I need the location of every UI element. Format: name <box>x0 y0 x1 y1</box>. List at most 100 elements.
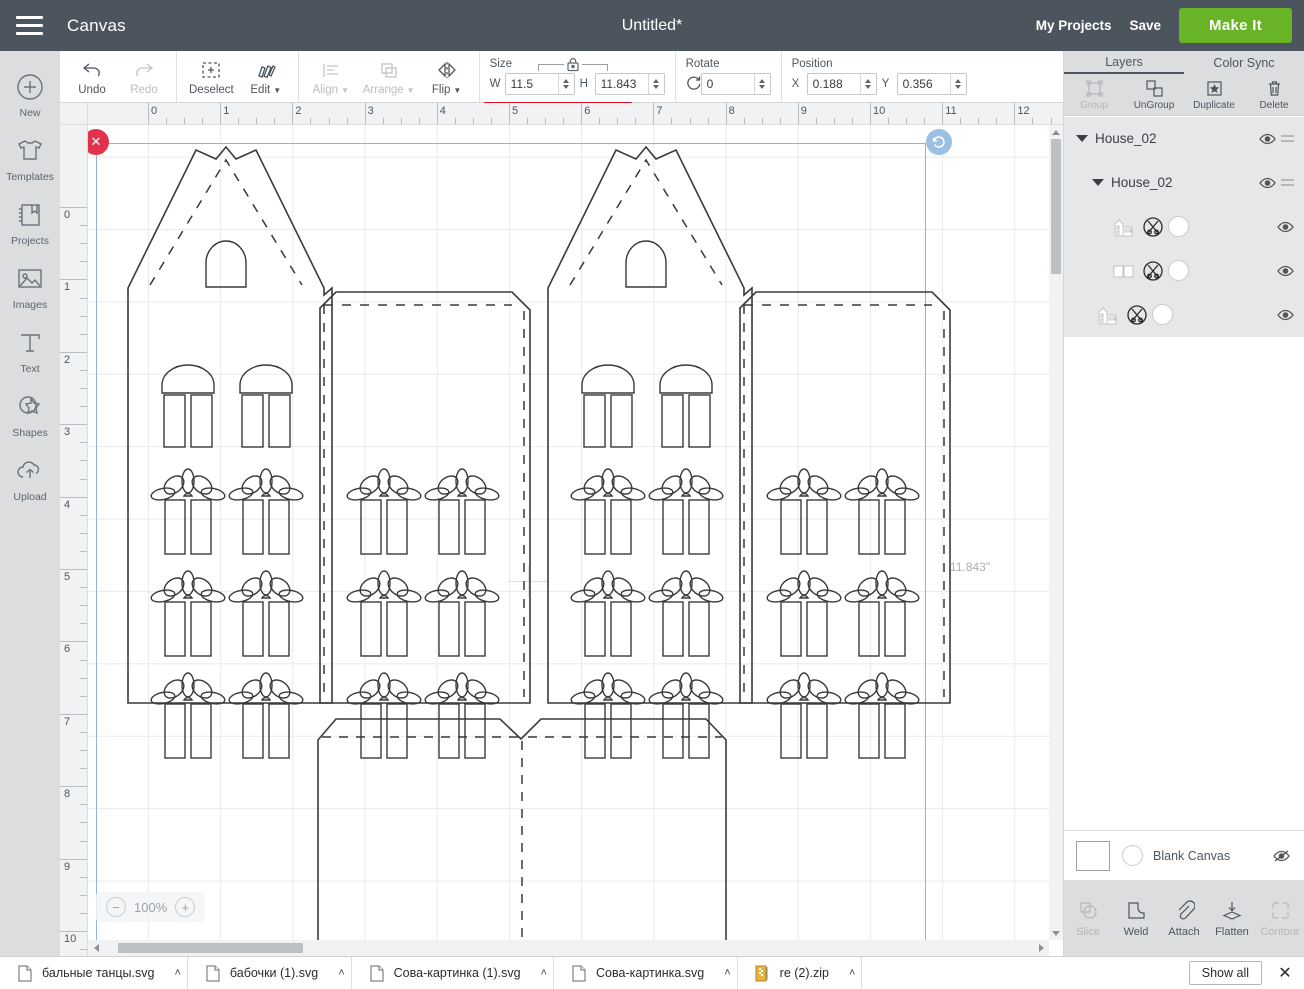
eye-icon[interactable] <box>1274 265 1296 277</box>
y-input[interactable] <box>897 74 950 94</box>
x-stepper[interactable] <box>859 74 876 94</box>
cut-scissors-icon[interactable] <box>1142 216 1164 238</box>
layer-row-house-1[interactable] <box>1064 205 1304 249</box>
canvas-area[interactable]: 012345678910111213 01234567891011 ✕ 11.8… <box>60 103 1063 956</box>
layer-row-group-top[interactable]: House_02 <box>1064 117 1304 161</box>
sidebar-item-text[interactable]: Text <box>0 317 60 381</box>
save-button[interactable]: Save <box>1130 18 1162 33</box>
eye-icon[interactable] <box>1256 177 1278 189</box>
vertical-ruler[interactable]: 01234567891011 <box>60 125 88 956</box>
cut-scissors-icon[interactable] <box>1142 260 1164 282</box>
scroll-down-arrow[interactable] <box>1049 926 1063 940</box>
scroll-up-arrow[interactable] <box>1049 125 1063 139</box>
canvas-color-circle[interactable] <box>1122 845 1143 866</box>
contour-button[interactable]: Contour <box>1256 899 1304 938</box>
cut-scissors-icon[interactable] <box>1126 304 1148 326</box>
sidebar-item-shapes[interactable]: Shapes <box>0 381 60 445</box>
sidebar-item-templates[interactable]: Templates <box>0 125 60 189</box>
drag-handle[interactable] <box>1278 135 1296 142</box>
layer-row-panel[interactable] <box>1064 249 1304 293</box>
ungroup-button[interactable]: UnGroup <box>1124 74 1184 115</box>
flatten-button[interactable]: Flatten <box>1208 899 1256 938</box>
group-button[interactable]: Group <box>1064 74 1124 115</box>
house-artwork-svg[interactable] <box>88 125 1049 940</box>
x-input[interactable] <box>807 74 860 94</box>
download-item-4[interactable]: re (2).zip ˄ <box>738 956 863 989</box>
hamburger-menu-icon[interactable] <box>0 0 58 51</box>
horizontal-scrollbar[interactable] <box>88 940 1049 956</box>
ruler-tick <box>797 103 799 124</box>
layer-color-swatch[interactable] <box>1168 260 1189 281</box>
eye-icon[interactable] <box>1256 133 1278 145</box>
layer-row-house-2[interactable] <box>1064 293 1304 337</box>
width-input[interactable] <box>505 74 558 94</box>
height-input[interactable] <box>595 74 648 94</box>
y-stepper[interactable] <box>949 74 966 94</box>
sidebar-item-images[interactable]: Images <box>0 253 60 317</box>
weld-button[interactable]: Weld <box>1112 899 1160 938</box>
layer-row-group-nested[interactable]: House_02 <box>1064 161 1304 205</box>
horizontal-ruler[interactable]: 012345678910111213 <box>88 103 1063 125</box>
lock-closed-icon[interactable] <box>566 57 580 77</box>
tab-color-sync[interactable]: Color Sync <box>1184 51 1304 74</box>
expand-caret-icon[interactable] <box>1076 135 1088 142</box>
eye-icon[interactable] <box>1274 221 1296 233</box>
height-stepper[interactable] <box>647 74 664 94</box>
drag-handle[interactable] <box>1278 179 1296 186</box>
eye-hidden-icon[interactable] <box>1270 849 1292 863</box>
x-input-box[interactable] <box>806 73 877 95</box>
download-item-3[interactable]: Сова-картинка.svg ˄ <box>554 956 738 989</box>
layer-color-swatch[interactable] <box>1168 216 1189 237</box>
close-downloads-icon[interactable]: ✕ <box>1270 963 1300 983</box>
expand-caret-icon[interactable] <box>1092 179 1104 186</box>
slice-label: Slice <box>1076 925 1100 938</box>
rotate-stepper[interactable] <box>753 74 770 94</box>
show-all-downloads-button[interactable]: Show all <box>1188 961 1262 985</box>
redo-button[interactable]: Redo <box>118 51 170 102</box>
flip-button[interactable]: Flip ▼ <box>421 51 473 102</box>
y-input-box[interactable] <box>896 73 967 95</box>
zoom-in-button[interactable]: + <box>175 897 196 917</box>
canvas-color-swatch[interactable] <box>1076 840 1110 871</box>
download-item-2[interactable]: Сова-картинка (1).svg ˄ <box>352 956 555 989</box>
chevron-up-icon[interactable]: ˄ <box>720 967 730 979</box>
scroll-left-arrow[interactable] <box>88 940 104 956</box>
edit-button[interactable]: Edit ▼ <box>240 51 292 102</box>
layers-list[interactable]: House_02 House_02 <box>1064 117 1304 822</box>
sidebar-item-upload[interactable]: Upload <box>0 445 60 509</box>
canvas-grid[interactable]: ✕ 11.843" <box>88 125 1049 940</box>
tab-layers[interactable]: Layers <box>1064 51 1184 74</box>
sidebar-item-projects[interactable]: Projects <box>0 189 60 253</box>
attach-button[interactable]: Attach <box>1160 899 1208 938</box>
layer-color-swatch[interactable] <box>1152 304 1173 325</box>
chevron-up-icon[interactable]: ˄ <box>845 967 855 979</box>
width-stepper[interactable] <box>557 74 574 94</box>
ruler-number: 0 <box>64 209 71 221</box>
align-button[interactable]: Align ▼ <box>305 51 357 102</box>
undo-button[interactable]: Undo <box>66 51 118 102</box>
chevron-up-icon[interactable]: ˄ <box>334 967 344 979</box>
my-projects-link[interactable]: My Projects <box>1036 18 1112 33</box>
download-item-1[interactable]: бабочки (1).svg ˄ <box>188 956 352 989</box>
slice-button[interactable]: Slice <box>1064 899 1112 938</box>
chevron-up-icon[interactable]: ˄ <box>170 967 180 979</box>
vertical-scrollbar[interactable] <box>1049 125 1063 940</box>
rotate-handle[interactable] <box>926 129 952 155</box>
chevron-up-icon[interactable]: ˄ <box>537 967 547 979</box>
zoom-out-button[interactable]: − <box>106 897 126 917</box>
duplicate-button[interactable]: Duplicate <box>1184 74 1244 115</box>
deselect-button[interactable]: Deselect <box>183 51 240 102</box>
make-it-button[interactable]: Make It <box>1179 8 1292 43</box>
eye-icon[interactable] <box>1274 309 1296 321</box>
sidebar-item-new[interactable]: New <box>0 61 60 125</box>
scroll-right-arrow[interactable] <box>1033 940 1049 956</box>
arrange-button[interactable]: Arrange ▼ <box>357 51 421 102</box>
delete-button[interactable]: Delete <box>1244 74 1304 115</box>
blank-canvas-row[interactable]: Blank Canvas <box>1064 830 1304 880</box>
vertical-scroll-thumb[interactable] <box>1051 139 1061 274</box>
horizontal-scroll-thumb[interactable] <box>118 943 303 953</box>
download-item-0[interactable]: бальные танцы.svg ˄ <box>0 956 188 989</box>
rotate-input-box[interactable] <box>700 73 771 95</box>
rotate-input[interactable] <box>701 74 754 94</box>
top-bar: Canvas Untitled* My Projects Save Make I… <box>0 0 1304 51</box>
